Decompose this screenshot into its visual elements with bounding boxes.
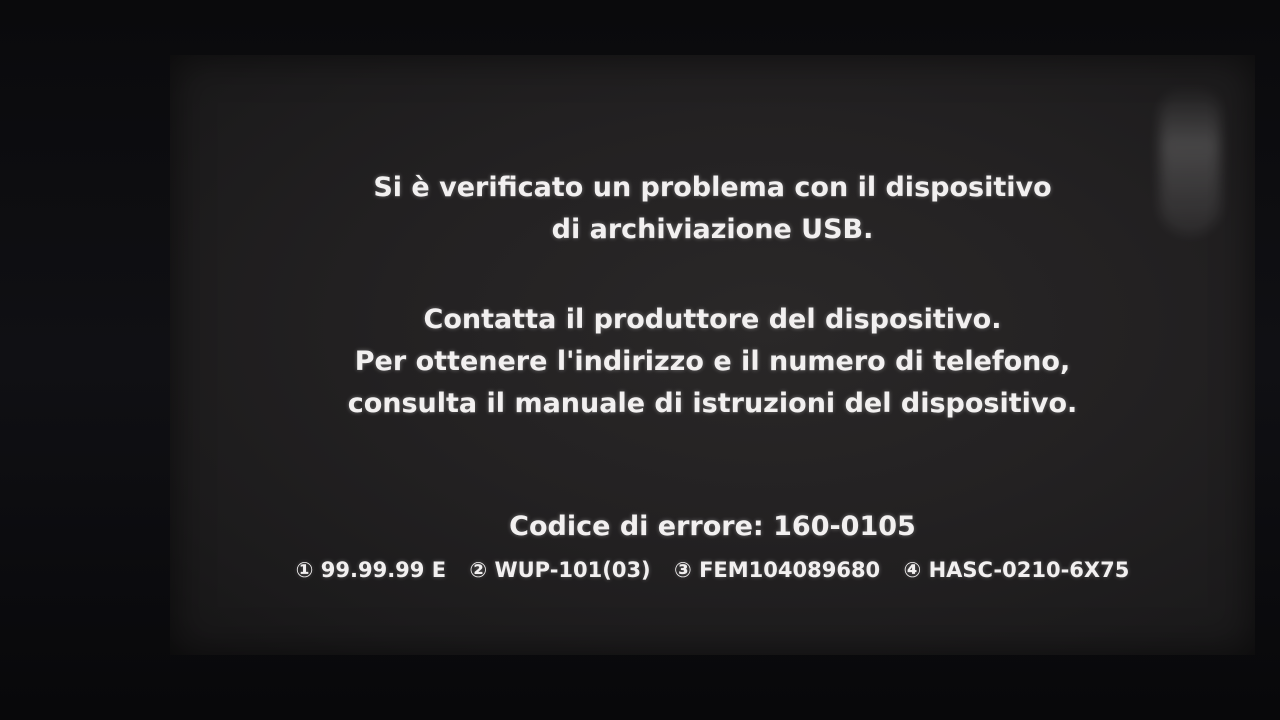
error-code: Codice di errore: 160-0105 xyxy=(509,511,916,542)
error-message-line: Contatta il produttore del dispositivo. xyxy=(423,304,1002,335)
error-message-line: consulta il manuale di istruzioni del di… xyxy=(347,388,1078,419)
error-message-paragraph-1: Si è verificato un problema con il dispo… xyxy=(170,167,1255,251)
error-detail-1: ① 99.99.99 E xyxy=(295,558,447,582)
error-message-paragraph-2: Contatta il produttore del dispositivo. … xyxy=(170,299,1255,425)
error-message-line: di archiviazione USB. xyxy=(551,214,874,245)
error-detail-4: ④ HASC-0210-6X75 xyxy=(903,558,1130,582)
error-message-line: Per ottenere l'indirizzo e il numero di … xyxy=(354,346,1071,377)
error-details: ① 99.99.99 E ② WUP-101(03) ③ FEM10408968… xyxy=(170,555,1255,585)
error-message-line: Si è verificato un problema con il dispo… xyxy=(373,172,1052,203)
tv-bezel: Si è verificato un problema con il dispo… xyxy=(0,0,1280,720)
error-screen: Si è verificato un problema con il dispo… xyxy=(170,55,1255,655)
error-detail-3: ③ FEM104089680 xyxy=(673,558,881,582)
error-detail-2: ② WUP-101(03) xyxy=(469,558,651,582)
